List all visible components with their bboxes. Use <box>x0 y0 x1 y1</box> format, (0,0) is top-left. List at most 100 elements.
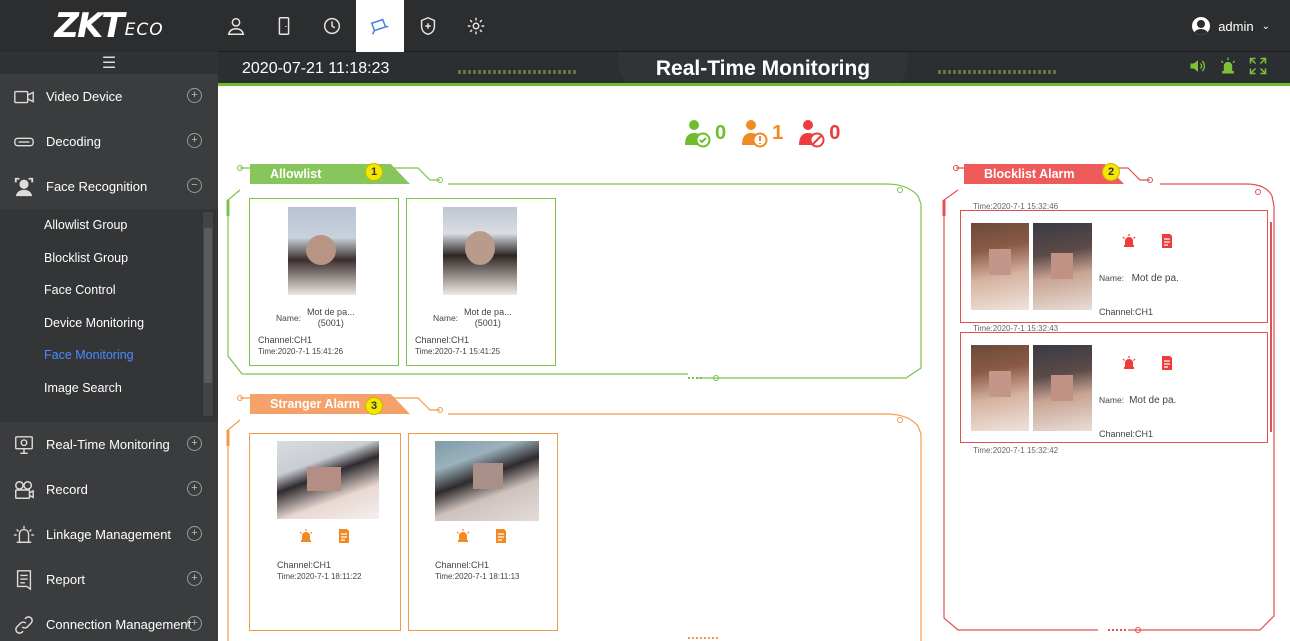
sidebar-subitem-device-monitoring[interactable]: Device Monitoring <box>0 307 218 340</box>
face-photo <box>443 207 517 295</box>
channel-text: Channel:CH1 <box>415 335 470 345</box>
person-name: Mot de pa. <box>1129 395 1177 406</box>
block-count: 0 <box>829 121 841 144</box>
stranger-card[interactable]: Channel:CH1 Time:2020-7-1 18:11:13 <box>408 433 558 631</box>
sidebar-subitem-image-search[interactable]: Image Search <box>0 372 218 405</box>
gear-icon[interactable] <box>452 0 500 52</box>
user-menu[interactable]: admin ⌄ <box>1192 0 1270 52</box>
collapse-icon[interactable]: − <box>187 178 202 193</box>
alarm-actions <box>1121 233 1175 251</box>
report-doc-icon[interactable] <box>1159 355 1175 373</box>
report-doc-icon[interactable] <box>1159 233 1175 251</box>
stranger-card[interactable]: Channel:CH1 Time:2020-7-1 18:11:22 <box>249 433 401 631</box>
app-root: ZKT ECO admin ⌄ ☰ Video Device + Decodin… <box>0 0 1290 641</box>
sidebar-item-report[interactable]: Report + <box>0 557 218 602</box>
block-counter: 0 <box>797 118 840 148</box>
sidebar-subitem-cutoff <box>0 404 218 422</box>
sidebar-subitem-blocklist-group[interactable]: Blocklist Group <box>0 242 218 275</box>
expand-icon[interactable]: + <box>187 133 202 148</box>
blocklist-tab: Blocklist Alarm <box>964 164 1124 184</box>
allowlist-title: Allowlist <box>270 167 322 181</box>
report-doc-icon[interactable] <box>493 528 509 546</box>
expand-icon[interactable]: + <box>187 88 202 103</box>
sidebar-toggle-icon[interactable]: ☰ <box>0 52 218 74</box>
name-label: Name: <box>1099 273 1125 283</box>
sidebar-item-connection-management[interactable]: Connection Management + <box>0 602 218 641</box>
alarm-actions <box>298 528 352 546</box>
sidebar-subitem-face-control[interactable]: Face Control <box>0 274 218 307</box>
sidebar-item-label: Record <box>46 482 88 497</box>
header-decoration-left <box>458 70 578 74</box>
monitor-icon <box>12 433 36 457</box>
blocklist-title: Blocklist Alarm <box>984 167 1075 181</box>
allow-person-icon <box>685 120 711 148</box>
record-icon <box>12 478 36 502</box>
face-photo <box>971 345 1029 431</box>
logo-main: ZKT <box>54 6 124 46</box>
face-photo <box>435 441 539 521</box>
fullscreen-icon[interactable] <box>1248 56 1268 81</box>
alarm-actions <box>1121 355 1175 373</box>
alarm-light-icon[interactable] <box>455 528 471 546</box>
face-recognition-submenu: Allowlist Group Blocklist Group Face Con… <box>0 209 218 422</box>
sidebar-subitem-allowlist-group[interactable]: Allowlist Group <box>0 209 218 242</box>
user-name: admin <box>1218 18 1254 34</box>
time-text: Time:2020-7-1 15:41:26 <box>258 347 344 356</box>
clock-icon[interactable] <box>308 0 356 52</box>
name-row: Name: Mot de pa... (5001) <box>276 307 355 329</box>
report-doc-icon[interactable] <box>336 528 352 546</box>
blocklist-scrollbar[interactable] <box>1270 222 1272 432</box>
alarm-light-icon[interactable] <box>298 528 314 546</box>
face-icon <box>12 175 36 199</box>
allowlist-tab: Allowlist <box>250 164 410 184</box>
door-icon[interactable] <box>260 0 308 52</box>
face-photo <box>1033 223 1092 310</box>
sidebar-subitem-face-monitoring[interactable]: Face Monitoring <box>0 339 218 372</box>
allowlist-card[interactable]: Name: Mot de pa... (5001) Channel:CH1 Tim… <box>249 198 399 366</box>
sidebar-item-video-device[interactable]: Video Device + <box>0 74 218 119</box>
logo: ZKT ECO <box>0 0 218 52</box>
channel-text: Channel:CH1 <box>435 560 490 570</box>
sidebar-item-label: Decoding <box>46 134 101 149</box>
alarm-light-icon[interactable] <box>1121 233 1137 251</box>
face-photo <box>288 207 356 295</box>
sidebar-item-label: Video Device <box>46 89 123 104</box>
sidebar-item-record[interactable]: Record + <box>0 467 218 512</box>
linkage-icon <box>12 523 36 547</box>
sidebar-item-face-recognition[interactable]: Face Recognition − <box>0 164 218 209</box>
channel-text: Channel:CH1 <box>1099 307 1154 317</box>
sidebar-item-real-time-monitoring[interactable]: Real-Time Monitoring + <box>0 422 218 467</box>
person-icon[interactable] <box>212 0 260 52</box>
sidebar-item-linkage-management[interactable]: Linkage Management + <box>0 512 218 557</box>
user-avatar-icon <box>1192 17 1211 35</box>
sidebar-item-label: Linkage Management <box>46 527 172 542</box>
expand-icon[interactable]: + <box>187 616 202 631</box>
camera-icon[interactable] <box>356 0 404 52</box>
report-icon <box>12 568 36 592</box>
expand-icon[interactable]: + <box>187 526 202 541</box>
channel-text: Channel:CH1 <box>1099 429 1154 439</box>
expand-icon[interactable]: + <box>187 571 202 586</box>
shield-icon[interactable] <box>404 0 452 52</box>
name-label: Name: <box>1099 395 1125 405</box>
blocklist-card[interactable]: Name: Mot de pa. Channel:CH1 <box>960 210 1268 323</box>
channel-text: Channel:CH1 <box>258 335 313 345</box>
expand-icon[interactable]: + <box>187 436 202 451</box>
sidebar-item-decoding[interactable]: Decoding + <box>0 119 218 164</box>
sidebar-scrollbar[interactable] <box>204 228 212 383</box>
volume-icon[interactable] <box>1188 56 1208 81</box>
connection-icon <box>12 613 36 637</box>
monitor-header: 2020-07-21 11:18:23 Real-Time Monitoring <box>218 52 1290 86</box>
alarm-light-icon[interactable] <box>1121 355 1137 373</box>
block-person-icon <box>799 120 825 148</box>
allowlist-card[interactable]: Name: Mot de pa... (5001) Channel:CH1 Tim… <box>406 198 556 366</box>
time-text: Time:2020-7-1 15:32:42 <box>973 446 1059 455</box>
allowlist-badge: 1 <box>365 163 383 181</box>
alarm-light-icon[interactable] <box>1218 56 1238 81</box>
blocklist-card[interactable]: Name: Mot de pa. Channel:CH1 <box>960 332 1268 443</box>
allow-count: 0 <box>715 121 727 144</box>
expand-icon[interactable]: + <box>187 481 202 496</box>
page-title: Real-Time Monitoring <box>655 57 871 80</box>
decoder-icon <box>12 130 36 154</box>
sidebar-item-label: Connection Management <box>46 617 192 632</box>
